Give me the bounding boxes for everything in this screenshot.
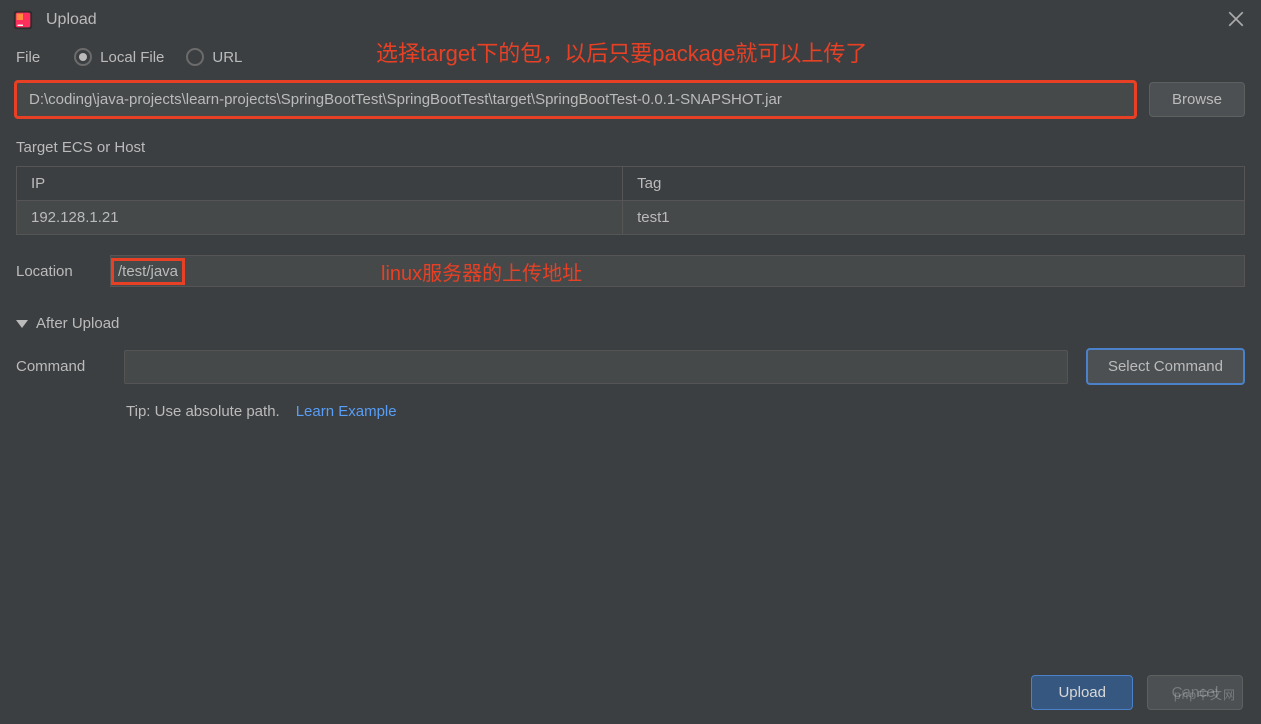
table-header: IP Tag xyxy=(17,167,1244,201)
radio-url-label: URL xyxy=(212,49,242,66)
titlebar: Upload xyxy=(0,0,1261,40)
radio-url[interactable]: URL xyxy=(186,48,242,66)
location-value-highlight: /test/java xyxy=(111,258,185,285)
tip-text: Tip: Use absolute path. xyxy=(126,403,280,420)
chevron-down-icon xyxy=(16,320,28,328)
file-label: File xyxy=(16,49,40,66)
radio-local-file-label: Local File xyxy=(100,49,164,66)
file-source-row: File Local File URL 选择target下的包，以后只要pack… xyxy=(16,48,1245,66)
tip-row: Tip: Use absolute path. Learn Example xyxy=(126,403,1245,420)
file-path-row: D:\coding\java-projects\learn-projects\S… xyxy=(16,82,1245,117)
target-label: Target ECS or Host xyxy=(16,139,1245,156)
cancel-button[interactable]: Cancel php中文网 xyxy=(1147,675,1243,710)
location-input[interactable]: /test/java linux服务器的上传地址 xyxy=(110,255,1245,287)
location-value: /test/java xyxy=(118,263,178,280)
location-row: Location /test/java linux服务器的上传地址 xyxy=(16,255,1245,287)
command-row: Command Select Command xyxy=(16,348,1245,385)
radio-icon xyxy=(74,48,92,66)
learn-example-link[interactable]: Learn Example xyxy=(296,403,397,420)
upload-button[interactable]: Upload xyxy=(1031,675,1133,710)
file-path-input[interactable]: D:\coding\java-projects\learn-projects\S… xyxy=(16,82,1135,117)
table-row[interactable]: 192.128.1.21 test1 xyxy=(17,201,1244,234)
header-ip: IP xyxy=(17,167,623,200)
dialog-content: File Local File URL 选择target下的包，以后只要pack… xyxy=(0,40,1261,436)
annotation-location: linux服务器的上传地址 xyxy=(381,257,582,286)
cell-tag: test1 xyxy=(623,201,1244,234)
file-source-radio-group: Local File URL xyxy=(74,48,242,66)
cell-ip: 192.128.1.21 xyxy=(17,201,623,234)
watermark: php中文网 xyxy=(1174,686,1236,703)
after-upload-toggle[interactable]: After Upload xyxy=(16,315,1245,332)
radio-icon xyxy=(186,48,204,66)
command-input[interactable] xyxy=(124,350,1068,384)
dialog-title: Upload xyxy=(46,11,97,29)
dialog-footer: Upload Cancel php中文网 xyxy=(1031,675,1243,710)
after-upload-label: After Upload xyxy=(36,315,119,332)
browse-button[interactable]: Browse xyxy=(1149,82,1245,117)
intellij-icon xyxy=(12,9,34,31)
target-table: IP Tag 192.128.1.21 test1 xyxy=(16,166,1245,235)
close-icon[interactable] xyxy=(1227,10,1245,28)
location-label: Location xyxy=(16,263,110,280)
command-label: Command xyxy=(16,358,106,375)
annotation-top: 选择target下的包，以后只要package就可以上传了 xyxy=(376,36,867,68)
select-command-button[interactable]: Select Command xyxy=(1086,348,1245,385)
header-tag: Tag xyxy=(623,167,1244,200)
radio-local-file[interactable]: Local File xyxy=(74,48,164,66)
